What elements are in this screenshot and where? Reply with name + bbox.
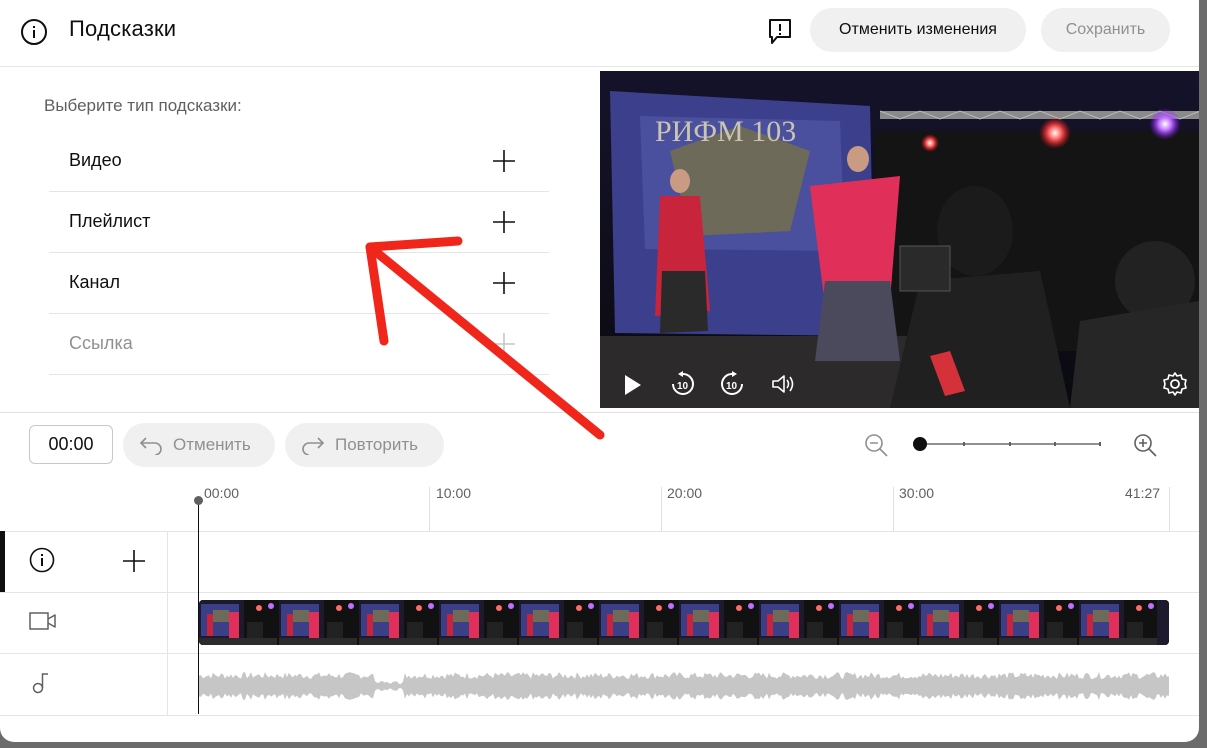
undo-label: Отменить bbox=[173, 435, 251, 454]
video-thumbnails bbox=[199, 600, 1169, 645]
cards-track-info-icon bbox=[29, 547, 55, 573]
add-icon[interactable] bbox=[492, 149, 516, 173]
track-divider bbox=[0, 531, 1199, 532]
playhead-handle[interactable] bbox=[194, 496, 203, 505]
page-title: Подсказки bbox=[69, 16, 177, 41]
cards-editor-dialog: Подсказки Отменить изменения Сохранить В… bbox=[0, 0, 1199, 742]
track-divider bbox=[0, 653, 1199, 654]
undo-button[interactable]: Отменить bbox=[123, 423, 275, 467]
redo-icon bbox=[302, 437, 325, 455]
card-type-prompt: Выберите тип подсказки: bbox=[44, 96, 242, 115]
card-type-label: Плейлист bbox=[69, 211, 151, 231]
card-type-video[interactable]: Видео bbox=[49, 131, 549, 192]
add-card-icon[interactable] bbox=[122, 549, 146, 573]
forward-10-icon[interactable]: 10 bbox=[719, 371, 745, 397]
card-type-label: Канал bbox=[69, 272, 120, 292]
ruler-label: 41:27 bbox=[1125, 485, 1161, 501]
track-divider bbox=[0, 592, 1199, 593]
ruler-label: 00:00 bbox=[204, 485, 240, 501]
header: Подсказки Отменить изменения Сохранить bbox=[0, 0, 1199, 67]
rewind-10-icon[interactable]: 10 bbox=[670, 371, 696, 397]
ruler-tick bbox=[893, 487, 894, 531]
discard-changes-button[interactable]: Отменить изменения bbox=[810, 8, 1026, 52]
svg-text:РИФМ 103: РИФМ 103 bbox=[655, 115, 796, 148]
ruler-tick bbox=[661, 487, 662, 531]
ruler-label: 10:00 bbox=[436, 485, 472, 501]
ruler-tick bbox=[429, 487, 430, 531]
settings-gear-icon[interactable] bbox=[1162, 371, 1188, 397]
info-icon[interactable] bbox=[20, 18, 48, 46]
feedback-icon[interactable] bbox=[768, 18, 792, 46]
video-track-icon bbox=[29, 612, 56, 630]
svg-text:10: 10 bbox=[677, 381, 689, 392]
track-divider bbox=[0, 715, 1199, 716]
video-preview[interactable]: РИФМ 103 10 10 bbox=[600, 71, 1199, 408]
current-time-field[interactable]: 00:00 bbox=[29, 425, 113, 464]
zoom-tick bbox=[1099, 442, 1101, 446]
card-type-label: Видео bbox=[69, 150, 122, 170]
audio-track-icon bbox=[32, 673, 48, 694]
ruler-label: 20:00 bbox=[667, 485, 703, 501]
volume-icon[interactable] bbox=[771, 373, 795, 395]
zoom-tick bbox=[1054, 442, 1056, 446]
annotation-arrow bbox=[365, 236, 605, 440]
ruler-label: 30:00 bbox=[899, 485, 935, 501]
zoom-out-icon[interactable] bbox=[863, 432, 889, 458]
undo-icon bbox=[139, 437, 162, 455]
svg-text:10: 10 bbox=[726, 381, 738, 392]
video-filmstrip[interactable] bbox=[199, 600, 1169, 645]
zoom-slider-thumb[interactable] bbox=[913, 437, 927, 451]
track-header-divider bbox=[167, 531, 168, 715]
active-track-indicator bbox=[0, 531, 5, 592]
ruler-tick bbox=[1169, 487, 1170, 531]
audio-waveform bbox=[199, 672, 1169, 700]
save-button[interactable]: Сохранить bbox=[1041, 8, 1170, 52]
card-type-label: Ссылка bbox=[69, 333, 133, 353]
zoom-tick bbox=[1009, 442, 1011, 446]
playhead[interactable] bbox=[198, 500, 199, 714]
zoom-tick bbox=[963, 442, 965, 446]
zoom-in-icon[interactable] bbox=[1132, 432, 1158, 458]
video-frame-image: РИФМ 103 bbox=[600, 71, 1199, 408]
